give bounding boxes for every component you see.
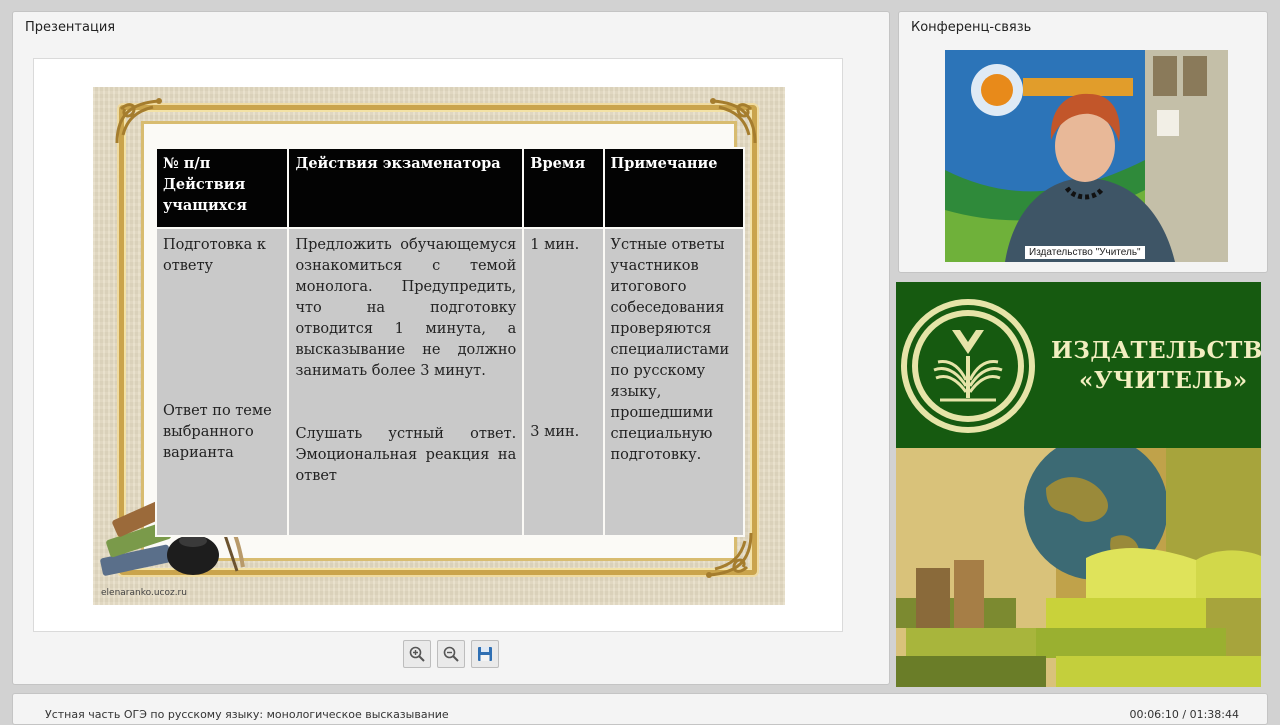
slide: elenaranko.ucoz.ru № п/п Действия учащих… <box>93 87 785 605</box>
save-slide-button[interactable] <box>471 640 499 668</box>
exam-table: № п/п Действия учащихся Действия экзамен… <box>154 147 745 537</box>
header-examiner-actions: Действия экзаменатора <box>287 147 525 229</box>
frame-ornament-icon <box>707 95 761 149</box>
cell-time: 1 мин. 3 мин. <box>522 227 605 537</box>
time-answer: 3 мин. <box>530 424 580 440</box>
speaker-video[interactable]: Издательство "Учитель" <box>945 50 1228 262</box>
save-icon <box>478 647 492 661</box>
header-student-actions: № п/п Действия учащихся <box>154 147 290 229</box>
examiner-step-answer: Слушать устный ответ. Эмоциональная реак… <box>295 426 517 484</box>
publisher-name-line1: ИЗДАТЕЛЬСТВО <box>1051 337 1261 364</box>
footer-bar: Устная часть ОГЭ по русскому языку: моно… <box>12 693 1268 725</box>
zoom-in-button[interactable] <box>403 640 431 668</box>
frame-ornament-icon <box>111 95 165 149</box>
table-header-row: № п/п Действия учащихся Действия экзамен… <box>154 147 745 229</box>
publisher-name-line2: «УЧИТЕЛЬ» <box>1079 367 1248 394</box>
presentation-panel: Презентация elenaranko.ucoz.ru № п/п Дей… <box>12 11 890 685</box>
student-step-answer: Ответ по теме выбранного варианта <box>163 403 272 461</box>
books-globe-icon <box>896 436 1261 687</box>
playback-timer: 00:06:10 / 01:38:44 <box>1129 708 1239 721</box>
presentation-title: Презентация <box>25 20 116 35</box>
examiner-step-preparation: Предложить обучающемуся ознакомиться с т… <box>295 237 517 379</box>
zoom-out-icon <box>443 646 459 662</box>
speaker-video-frame <box>945 50 1228 262</box>
student-step-preparation: Подготовка к ответу <box>163 237 266 274</box>
zoom-out-button[interactable] <box>437 640 465 668</box>
slide-watermark: elenaranko.ucoz.ru <box>101 588 187 598</box>
cell-note: Устные ответы участников итогового собес… <box>602 227 745 537</box>
publisher-logo-icon <box>901 299 1035 433</box>
speaker-label: Издательство "Учитель" <box>1025 246 1145 259</box>
cell-student-actions: Подготовка к ответу Ответ по теме выбран… <box>154 227 290 537</box>
course-title: Устная часть ОГЭ по русскому языку: моно… <box>45 708 449 721</box>
publisher-banner: ИЗДАТЕЛЬСТВО «УЧИТЕЛЬ» <box>896 282 1261 687</box>
banner-header: ИЗДАТЕЛЬСТВО «УЧИТЕЛЬ» <box>896 282 1261 448</box>
header-time: Время <box>522 147 605 229</box>
table-row: Подготовка к ответу Ответ по теме выбран… <box>154 227 745 537</box>
banner-image <box>896 436 1261 687</box>
cell-examiner-actions: Предложить обучающемуся ознакомиться с т… <box>287 227 525 537</box>
zoom-in-icon <box>409 646 425 662</box>
conference-title: Конференц-связь <box>911 20 1032 35</box>
publisher-name: ИЗДАТЕЛЬСТВО «УЧИТЕЛЬ» <box>1051 336 1261 396</box>
time-preparation: 1 мин. <box>530 237 580 253</box>
conference-panel: Конференц-связь Издательство "Учитель" <box>898 11 1268 273</box>
header-note: Примечание <box>602 147 745 229</box>
slide-viewport: elenaranko.ucoz.ru № п/п Действия учащих… <box>33 58 843 632</box>
